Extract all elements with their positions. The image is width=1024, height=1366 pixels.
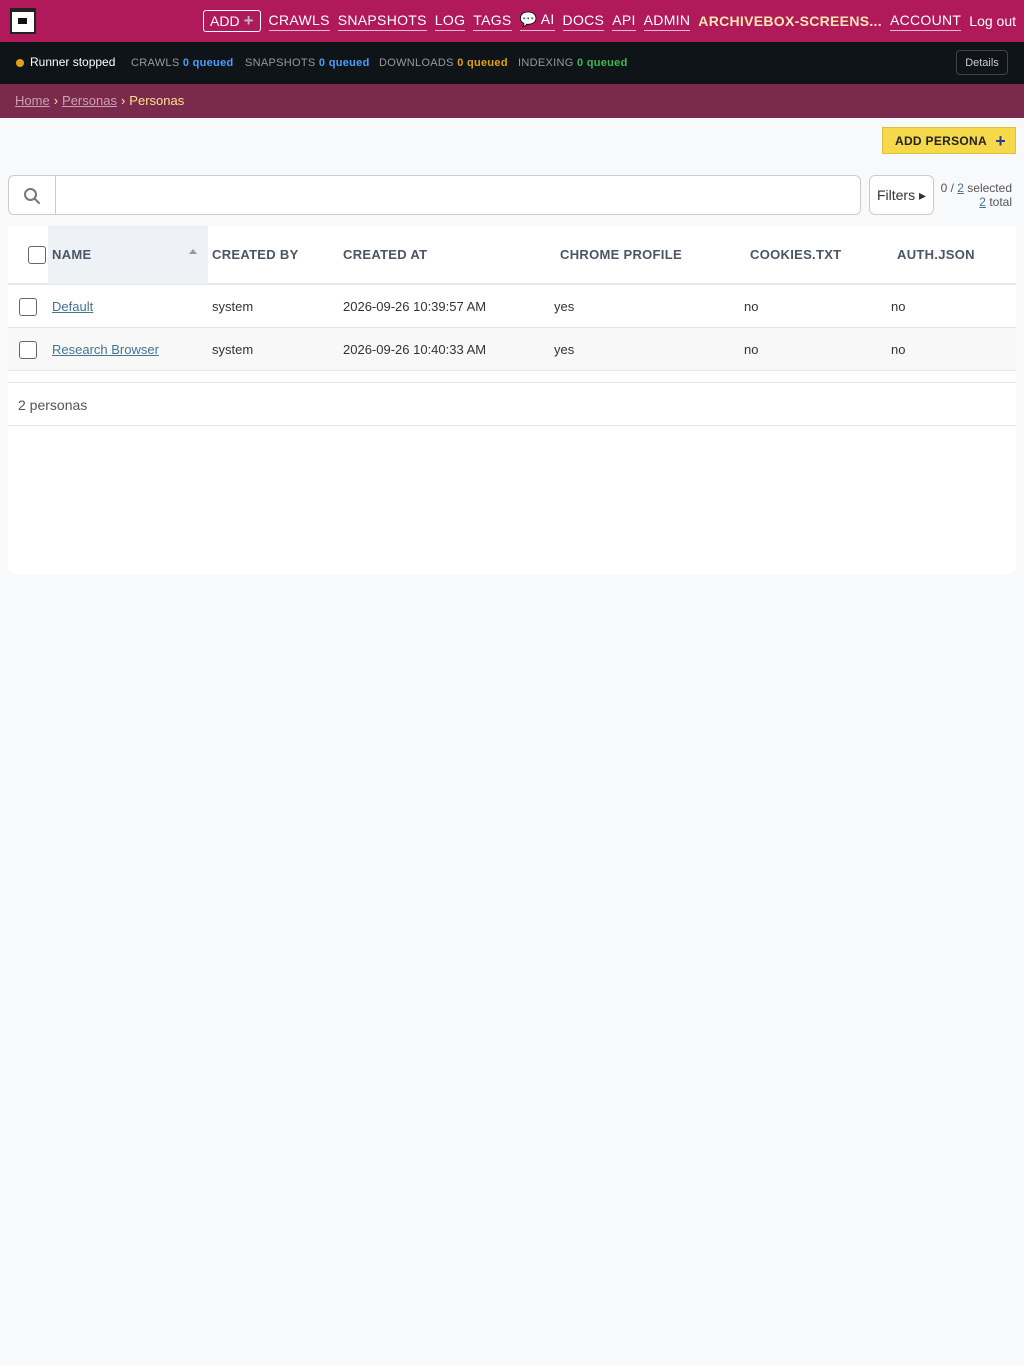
search-box (8, 175, 861, 215)
crawls-stat: CRAWLS 0 queued (131, 57, 234, 69)
table-row: Default system 2026-09-26 10:39:57 AM ye… (8, 285, 1016, 328)
downloads-stat-label: DOWNLOADS (379, 57, 454, 69)
selected-count: 0 (940, 181, 948, 195)
indexing-stat-value: 0 queued (576, 57, 628, 69)
crawls-stat-label: CRAWLS (131, 57, 180, 69)
add-persona-label: ADD PERSONA (895, 133, 987, 148)
row-checkbox[interactable] (19, 298, 37, 316)
nav-api[interactable]: API (612, 12, 636, 31)
table-footer: 2 personas (8, 382, 1016, 426)
snapshots-stat: SNAPSHOTS 0 queued (245, 57, 370, 69)
plus-icon: + (995, 131, 1006, 151)
snapshots-stat-value: 0 queued (318, 57, 370, 69)
results-table: NAME CREATED BY CREATED AT CHROME PROFIL… (8, 226, 1016, 575)
breadcrumb-personas[interactable]: Personas (62, 93, 117, 108)
nav-docs[interactable]: DOCS (562, 12, 605, 31)
breadcrumb-separator: › (53, 93, 59, 108)
top-header: ADD + CRAWLS SNAPSHOTS LOG TAGS 💬 AI DOC… (0, 0, 1024, 42)
created-at-cell: 2026-09-26 10:39:57 AM (343, 299, 487, 314)
cookies-cell: no (744, 342, 759, 357)
select-all-checkbox[interactable] (28, 246, 46, 264)
cookies-cell: no (744, 299, 759, 314)
selection-counter: 0 / 2 selected 2 total (940, 181, 1012, 209)
indexing-stat: INDEXING 0 queued (518, 57, 628, 69)
nav-crawls[interactable]: CRAWLS (268, 12, 330, 31)
table-header: NAME CREATED BY CREATED AT CHROME PROFIL… (8, 226, 1016, 285)
created-by-cell: system (212, 299, 254, 314)
indexing-stat-label: INDEXING (518, 57, 574, 69)
persona-name-link[interactable]: Default (52, 299, 93, 314)
nav-account[interactable]: ACCOUNT (889, 12, 962, 31)
column-header-auth[interactable]: AUTH.JSON (897, 247, 975, 262)
archivebox-logo-icon[interactable] (10, 8, 36, 34)
breadcrumb-home[interactable]: Home (15, 93, 50, 108)
total-link[interactable]: 2 (979, 195, 986, 209)
result-count: 2 personas (18, 397, 88, 413)
select-all-link[interactable]: 2 (957, 181, 964, 195)
nav-snapshots[interactable]: SNAPSHOTS (337, 12, 427, 31)
chrome-profile-cell: yes (554, 342, 575, 357)
column-header-name[interactable]: NAME (52, 247, 91, 262)
downloads-stat: DOWNLOADS 0 queued (379, 57, 508, 69)
search-icon[interactable] (9, 176, 56, 214)
filters-button[interactable]: Filters ▸ (869, 175, 934, 215)
created-by-cell: system (212, 342, 254, 357)
downloads-stat-value: 0 queued (457, 57, 508, 69)
row-checkbox[interactable] (19, 341, 37, 359)
nav-tags[interactable]: TAGS (473, 12, 512, 31)
breadcrumb: Home › Personas › Personas (0, 84, 1024, 118)
column-header-created-at[interactable]: CREATED AT (343, 247, 427, 262)
nav-ai[interactable]: 💬 AI (519, 11, 555, 31)
column-header-chrome-profile[interactable]: CHROME PROFILE (560, 247, 682, 262)
plus-icon: + (243, 11, 254, 30)
snapshots-stat-label: SNAPSHOTS (245, 57, 316, 69)
add-persona-button[interactable]: ADD PERSONA + (882, 127, 1016, 154)
runner-status-dot-icon (16, 59, 24, 67)
auth-cell: no (891, 299, 906, 314)
logout-link[interactable]: Log out (969, 13, 1016, 29)
selected-word: selected (967, 181, 1012, 195)
persona-name-link[interactable]: Research Browser (52, 342, 159, 357)
runner-status: Runner stopped (30, 55, 116, 69)
column-header-cookies[interactable]: COOKIES.TXT (750, 247, 841, 262)
total-word: total (989, 195, 1012, 209)
breadcrumb-separator: › (120, 93, 126, 108)
nav-admin[interactable]: ADMIN (643, 12, 691, 31)
details-button[interactable]: Details (956, 50, 1008, 75)
table-row: Research Browser system 2026-09-26 10:40… (8, 328, 1016, 371)
username: ARCHIVEBOX-SCREENS... (698, 13, 882, 29)
add-button[interactable]: ADD + (203, 10, 261, 32)
crawls-stat-value: 0 queued (182, 57, 234, 69)
status-bar: Runner stopped CRAWLS 0 queued SNAPSHOTS… (0, 42, 1024, 84)
add-label: ADD (210, 13, 240, 29)
column-header-created-by[interactable]: CREATED BY (212, 247, 299, 262)
search-input[interactable] (57, 178, 857, 212)
breadcrumb-current: Personas (129, 93, 185, 108)
sort-ascending-icon[interactable] (189, 249, 197, 254)
auth-cell: no (891, 342, 906, 357)
nav-log[interactable]: LOG (434, 12, 466, 31)
main-nav: ADD + CRAWLS SNAPSHOTS LOG TAGS 💬 AI DOC… (203, 0, 1016, 42)
chrome-profile-cell: yes (554, 299, 575, 314)
created-at-cell: 2026-09-26 10:40:33 AM (343, 342, 487, 357)
